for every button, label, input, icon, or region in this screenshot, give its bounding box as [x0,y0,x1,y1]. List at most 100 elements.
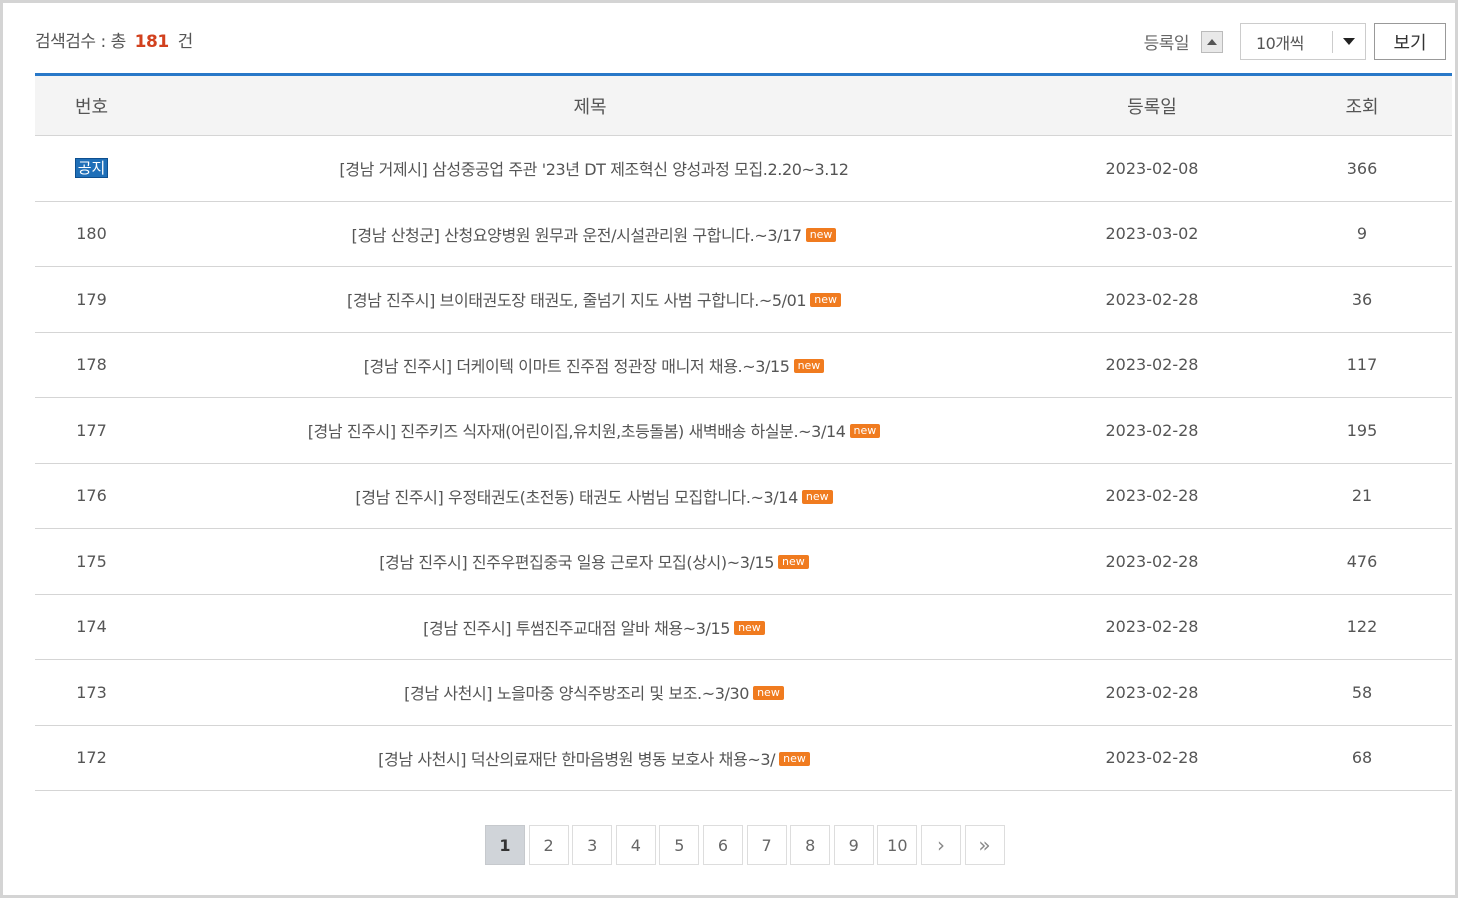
row-title-cell: [경남 거제시] 삼성중공업 주관 '23년 DT 제조혁신 양성과정 모집.2… [148,135,1032,202]
page-link-1[interactable]: 1 [485,825,525,865]
row-views: 195 [1272,397,1452,464]
sort-label: 등록일 [1143,34,1190,54]
page-link-5[interactable]: 5 [659,825,700,865]
new-badge: new [801,489,833,504]
page-link-6[interactable]: 6 [702,825,743,865]
row-views: 9 [1272,201,1452,267]
table-row[interactable]: 176 [경남 진주시] 우정태권도(초전동) 태권도 사범님 모집합니다.~3/… [35,463,1452,529]
row-number: 173 [35,659,148,726]
post-title-link[interactable]: [경남 산청군] 산청요양병원 원무과 운전/시설관리원 구합니다.~3/17 [352,226,803,245]
caret-down-icon [1343,38,1355,45]
row-date: 2023-02-28 [1032,659,1272,726]
last-page-button[interactable]: » [964,825,1005,865]
row-title-cell: [경남 진주시] 더케이텍 이마트 진주점 정관장 매니저 채용.~3/15 ne… [148,332,1032,398]
row-views: 21 [1272,463,1452,529]
new-badge: new [734,620,765,635]
new-badge: new [778,555,809,570]
next-page-button[interactable]: › [920,825,961,865]
new-badge: new [849,424,881,439]
header-no: 번호 [35,74,148,136]
header-title: 제목 [148,74,1032,136]
row-number: 172 [35,725,148,791]
row-date: 2023-02-28 [1032,332,1272,398]
new-badge: new [753,686,784,701]
row-date: 2023-03-02 [1032,201,1272,267]
row-number: 174 [35,594,148,660]
row-views: 122 [1272,594,1452,660]
row-views: 366 [1272,135,1452,202]
search-summary: 검색검수 : 총 181 건 [35,27,193,52]
row-views: 36 [1272,266,1452,333]
row-title-cell: [경남 사천시] 노을마중 양식주방조리 및 보조.~3/30 new [148,659,1032,726]
row-date: 2023-02-28 [1032,594,1272,660]
page-link-4[interactable]: 4 [615,825,656,865]
row-number: 177 [35,397,148,464]
page-link-3[interactable]: 3 [572,825,613,865]
summary-label: 검색검수 : 총 [35,32,126,52]
dropdown-toggle[interactable] [1332,30,1365,53]
table-body: 공지 [경남 거제시] 삼성중공업 주관 '23년 DT 제조혁신 양성과정 모집… [35,135,1452,791]
post-title-link[interactable]: [경남 진주시] 진주키즈 식자재(어린이집,유치원,초등돌봄) 새벽배송 하실… [308,422,846,441]
table-row[interactable]: 172 [경남 사천시] 덕산의료재단 한마음병원 병동 보호사 채용~3/new… [35,725,1452,791]
row-title-cell: [경남 진주시] 진주우편집중국 일용 근로자 모집(상시)~3/15 new [148,528,1032,595]
header-date[interactable]: 등록일 [1032,74,1272,136]
row-title-cell: [경남 사천시] 덕산의료재단 한마음병원 병동 보호사 채용~3/new [148,725,1032,791]
notice-badge: 공지 [74,158,109,179]
post-title-link[interactable]: [경남 사천시] 덕산의료재단 한마음병원 병동 보호사 채용~3/ [378,750,775,769]
row-views: 117 [1272,332,1452,398]
sort-ascending-button[interactable] [1201,30,1223,53]
view-button[interactable]: 보기 [1374,23,1446,60]
row-title-cell: [경남 진주시] 투썸진주교대점 알바 채용~3/15 new [148,594,1032,660]
post-table: 번호 제목 등록일 조회 공지 [경남 거제시] 삼성중공업 주관 '23년 DT… [35,73,1452,791]
result-count: 181 [134,32,170,52]
pagination: 1 2 3 4 5 6 7 8 9 10 ›» [485,825,1008,865]
table-row[interactable]: 175 [경남 진주시] 진주우편집중국 일용 근로자 모집(상시)~3/15 ne… [35,528,1452,595]
row-views: 58 [1272,659,1452,726]
post-title-link[interactable]: [경남 사천시] 노을마중 양식주방조리 및 보조.~3/30 [404,684,749,703]
row-number: 공지 [35,135,148,202]
row-title-cell: [경남 진주시] 브이태권도장 태권도, 줄넘기 지도 사범 구합니다.~5/0… [148,266,1032,333]
header-views: 조회 [1272,74,1452,136]
post-title-link[interactable]: [경남 진주시] 투썸진주교대점 알바 채용~3/15 [423,619,730,638]
page-link-9[interactable]: 9 [833,825,874,865]
new-badge: new [805,227,837,242]
page-link-2[interactable]: 2 [528,825,569,865]
row-date: 2023-02-28 [1032,528,1272,595]
table-row[interactable]: 174 [경남 진주시] 투썸진주교대점 알바 채용~3/15 new 2023-02… [35,594,1452,660]
row-date: 2023-02-08 [1032,135,1272,202]
row-title-cell: [경남 진주시] 우정태권도(초전동) 태권도 사범님 모집합니다.~3/14 n… [148,463,1032,529]
table-row[interactable]: 178 [경남 진주시] 더케이텍 이마트 진주점 정관장 매니저 채용.~3/1… [35,332,1452,398]
triangle-up-icon [1207,38,1217,45]
post-title-link[interactable]: [경남 진주시] 브이태권도장 태권도, 줄넘기 지도 사범 구합니다.~5/0… [347,291,807,310]
table-row[interactable]: 공지 [경남 거제시] 삼성중공업 주관 '23년 DT 제조혁신 양성과정 모집… [35,135,1452,202]
per-page-value: 10개씩 [1256,33,1304,53]
row-views: 476 [1272,528,1452,595]
table-row[interactable]: 173 [경남 사천시] 노을마중 양식주방조리 및 보조.~3/30 new 202… [35,659,1452,726]
row-date: 2023-02-28 [1032,397,1272,464]
page-link-7[interactable]: 7 [746,825,787,865]
row-number: 180 [35,201,148,267]
table-header: 번호 제목 등록일 조회 [35,74,1452,136]
row-date: 2023-02-28 [1032,725,1272,791]
row-title-cell: [경남 산청군] 산청요양병원 원무과 운전/시설관리원 구합니다.~3/17 n… [148,201,1032,267]
post-title-link[interactable]: [경남 진주시] 더케이텍 이마트 진주점 정관장 매니저 채용.~3/15 [364,357,790,376]
row-views: 68 [1272,725,1452,791]
post-title-link[interactable]: [경남 진주시] 우정태권도(초전동) 태권도 사범님 모집합니다.~3/14 [355,488,798,507]
page-link-10[interactable]: 10 [877,825,918,865]
post-title-link[interactable]: [경남 진주시] 진주우편집중국 일용 근로자 모집(상시)~3/15 [379,553,774,572]
row-date: 2023-02-28 [1032,463,1272,529]
row-number: 178 [35,332,148,398]
table-row[interactable]: 179 [경남 진주시] 브이태권도장 태권도, 줄넘기 지도 사범 구합니다.~… [35,266,1452,333]
table-row[interactable]: 177 [경남 진주시] 진주키즈 식자재(어린이집,유치원,초등돌봄) 새벽배송… [35,397,1452,464]
table-row[interactable]: 180 [경남 산청군] 산청요양병원 원무과 운전/시설관리원 구합니다.~3/… [35,201,1452,267]
row-number: 176 [35,463,148,529]
page-link-8[interactable]: 8 [790,825,831,865]
per-page-select[interactable]: 10개씩 [1240,23,1366,60]
row-title-cell: [경남 진주시] 진주키즈 식자재(어린이집,유치원,초등돌봄) 새벽배송 하실… [148,397,1032,464]
post-title-link[interactable]: [경남 거제시] 삼성중공업 주관 '23년 DT 제조혁신 양성과정 모집.2… [339,160,849,179]
row-number: 175 [35,528,148,595]
new-badge: new [779,751,810,766]
summary-unit: 건 [177,32,194,52]
new-badge: new [810,293,841,308]
new-badge: new [793,358,825,373]
